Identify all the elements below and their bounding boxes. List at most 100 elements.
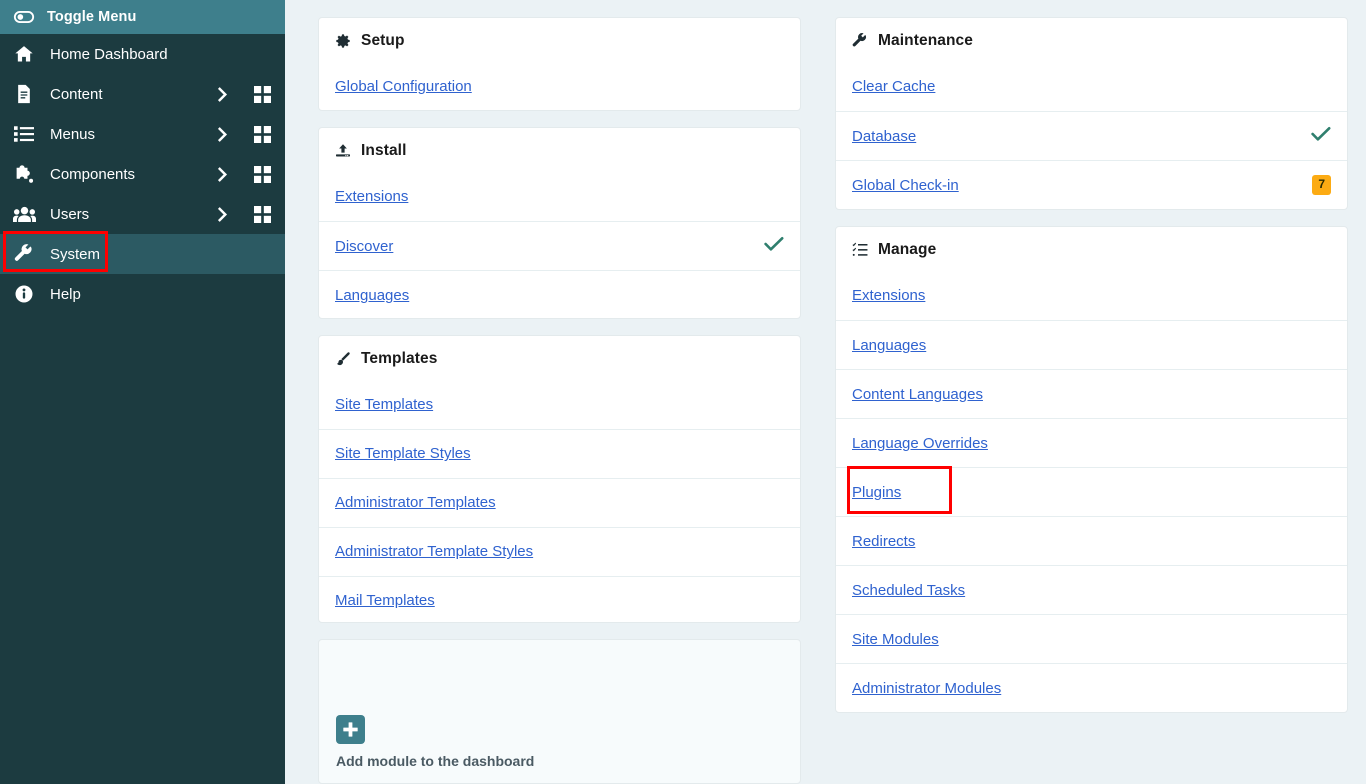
list-icon <box>9 124 39 144</box>
list-item[interactable]: Site Templates <box>319 380 800 429</box>
sidebar-item-label: Home Dashboard <box>50 45 168 63</box>
list-item[interactable]: Language Overrides <box>836 418 1347 467</box>
chevron-right-icon[interactable] <box>205 206 239 222</box>
link-administrator-templates[interactable]: Administrator Templates <box>335 494 496 511</box>
admin-app: Toggle Menu Home Dashboard Content Menus… <box>0 0 1366 784</box>
card-install: Install Extensions Discover Languages <box>318 127 801 319</box>
sidebar-item-menus[interactable]: Menus <box>0 114 285 154</box>
list-item[interactable]: Redirects <box>836 516 1347 565</box>
link-extensions[interactable]: Extensions <box>335 188 408 205</box>
add-module-card[interactable]: Add module to the dashboard <box>318 639 801 784</box>
list-item[interactable]: Extensions <box>319 172 800 221</box>
sidebar-item-users[interactable]: Users <box>0 194 285 234</box>
puzzle-icon <box>9 164 39 185</box>
status-badge: 7 <box>1312 175 1331 195</box>
info-icon <box>9 284 39 304</box>
card-manage: Manage Extensions Languages Content Lang… <box>835 226 1348 713</box>
paintbrush-icon <box>335 351 351 367</box>
add-module-label: Add module to the dashboard <box>336 753 535 769</box>
link-global-check-in[interactable]: Global Check-in <box>852 177 959 194</box>
link-language-overrides[interactable]: Language Overrides <box>852 435 988 452</box>
list-item[interactable]: Site Template Styles <box>319 428 800 478</box>
list-item[interactable]: Extensions <box>836 271 1347 320</box>
list-item[interactable]: Plugins <box>836 466 1347 516</box>
link-manage-extensions[interactable]: Extensions <box>852 287 925 304</box>
list-item[interactable]: Administrator Template Styles <box>319 526 800 576</box>
sidebar-item-label: Help <box>50 285 81 303</box>
list-item[interactable]: Content Languages <box>836 369 1347 418</box>
card-maintenance-title: Maintenance <box>878 32 973 49</box>
link-discover[interactable]: Discover <box>335 238 393 255</box>
card-templates: Templates Site Templates Site Template S… <box>318 334 801 624</box>
sidebar-item-help[interactable]: Help <box>0 274 285 314</box>
grid-dashboard-icon[interactable] <box>239 125 285 143</box>
card-setup-header: Setup <box>319 18 800 62</box>
sidebar-item-content[interactable]: Content <box>0 74 285 114</box>
list-item[interactable]: Discover <box>319 221 800 270</box>
chevron-right-icon[interactable] <box>205 86 239 102</box>
card-manage-header: Manage <box>836 227 1347 271</box>
list-item[interactable]: Languages <box>836 320 1347 369</box>
sidebar-item-label: Components <box>50 165 136 183</box>
card-templates-title: Templates <box>361 349 438 367</box>
tasks-list-icon <box>852 242 868 258</box>
list-item[interactable]: Administrator Modules <box>836 663 1347 712</box>
toggle-icon <box>9 6 39 28</box>
wrench-icon <box>9 244 39 264</box>
card-install-title: Install <box>361 142 407 160</box>
sidebar-nav: Home Dashboard Content Menus Components … <box>0 34 285 314</box>
list-item[interactable]: Clear Cache <box>836 62 1347 111</box>
link-database[interactable]: Database <box>852 128 916 145</box>
toggle-menu-label: Toggle Menu <box>47 9 137 25</box>
grid-dashboard-icon[interactable] <box>239 85 285 103</box>
link-mail-templates[interactable]: Mail Templates <box>335 592 435 609</box>
list-item[interactable]: Languages <box>319 270 800 317</box>
chevron-right-icon[interactable] <box>205 166 239 182</box>
toggle-menu-button[interactable]: Toggle Menu <box>0 0 285 34</box>
list-item[interactable]: Mail Templates <box>319 575 800 623</box>
sidebar-item-label: Content <box>50 85 103 103</box>
card-manage-title: Manage <box>878 241 937 258</box>
sidebar-item-label: System <box>50 245 101 263</box>
card-setup-title: Setup <box>361 32 405 49</box>
upload-icon <box>335 143 351 159</box>
link-global-configuration[interactable]: Global Configuration <box>335 78 472 95</box>
link-redirects[interactable]: Redirects <box>852 533 915 550</box>
gear-icon <box>335 33 351 49</box>
link-site-template-styles[interactable]: Site Template Styles <box>335 445 471 462</box>
grid-dashboard-icon[interactable] <box>239 165 285 183</box>
link-scheduled-tasks[interactable]: Scheduled Tasks <box>852 582 965 599</box>
list-item[interactable]: Scheduled Tasks <box>836 565 1347 614</box>
card-maintenance: Maintenance Clear Cache Database Global … <box>835 17 1348 210</box>
list-item[interactable]: Site Modules <box>836 614 1347 663</box>
list-item[interactable]: Database <box>836 111 1347 160</box>
home-icon <box>9 44 39 64</box>
link-clear-cache[interactable]: Clear Cache <box>852 78 935 95</box>
link-site-modules[interactable]: Site Modules <box>852 631 939 648</box>
column-left: Setup Global Configuration Install Exten… <box>285 17 825 784</box>
link-plugins[interactable]: Plugins <box>852 484 901 501</box>
wrench-icon <box>852 33 868 49</box>
link-administrator-modules[interactable]: Administrator Modules <box>852 680 1001 697</box>
grid-dashboard-icon[interactable] <box>239 205 285 223</box>
users-icon <box>9 204 39 224</box>
sidebar-item-label: Menus <box>50 125 96 143</box>
link-site-templates[interactable]: Site Templates <box>335 396 433 413</box>
sidebar-item-home-dashboard[interactable]: Home Dashboard <box>0 34 285 74</box>
list-item[interactable]: Global Configuration <box>319 62 800 110</box>
list-item[interactable]: Global Check-in 7 <box>836 160 1347 209</box>
check-icon <box>1311 126 1331 146</box>
card-install-header: Install <box>319 128 800 172</box>
card-maintenance-header: Maintenance <box>836 18 1347 62</box>
sidebar: Toggle Menu Home Dashboard Content Menus… <box>0 0 285 784</box>
link-manage-languages[interactable]: Languages <box>852 337 926 354</box>
link-administrator-template-styles[interactable]: Administrator Template Styles <box>335 543 533 560</box>
list-item[interactable]: Administrator Templates <box>319 477 800 527</box>
chevron-right-icon[interactable] <box>205 126 239 142</box>
sidebar-item-system[interactable]: System <box>0 231 285 274</box>
check-icon <box>764 236 784 256</box>
link-content-languages[interactable]: Content Languages <box>852 386 983 403</box>
sidebar-item-components[interactable]: Components <box>0 154 285 194</box>
link-languages[interactable]: Languages <box>335 287 409 304</box>
plus-icon <box>336 715 365 744</box>
